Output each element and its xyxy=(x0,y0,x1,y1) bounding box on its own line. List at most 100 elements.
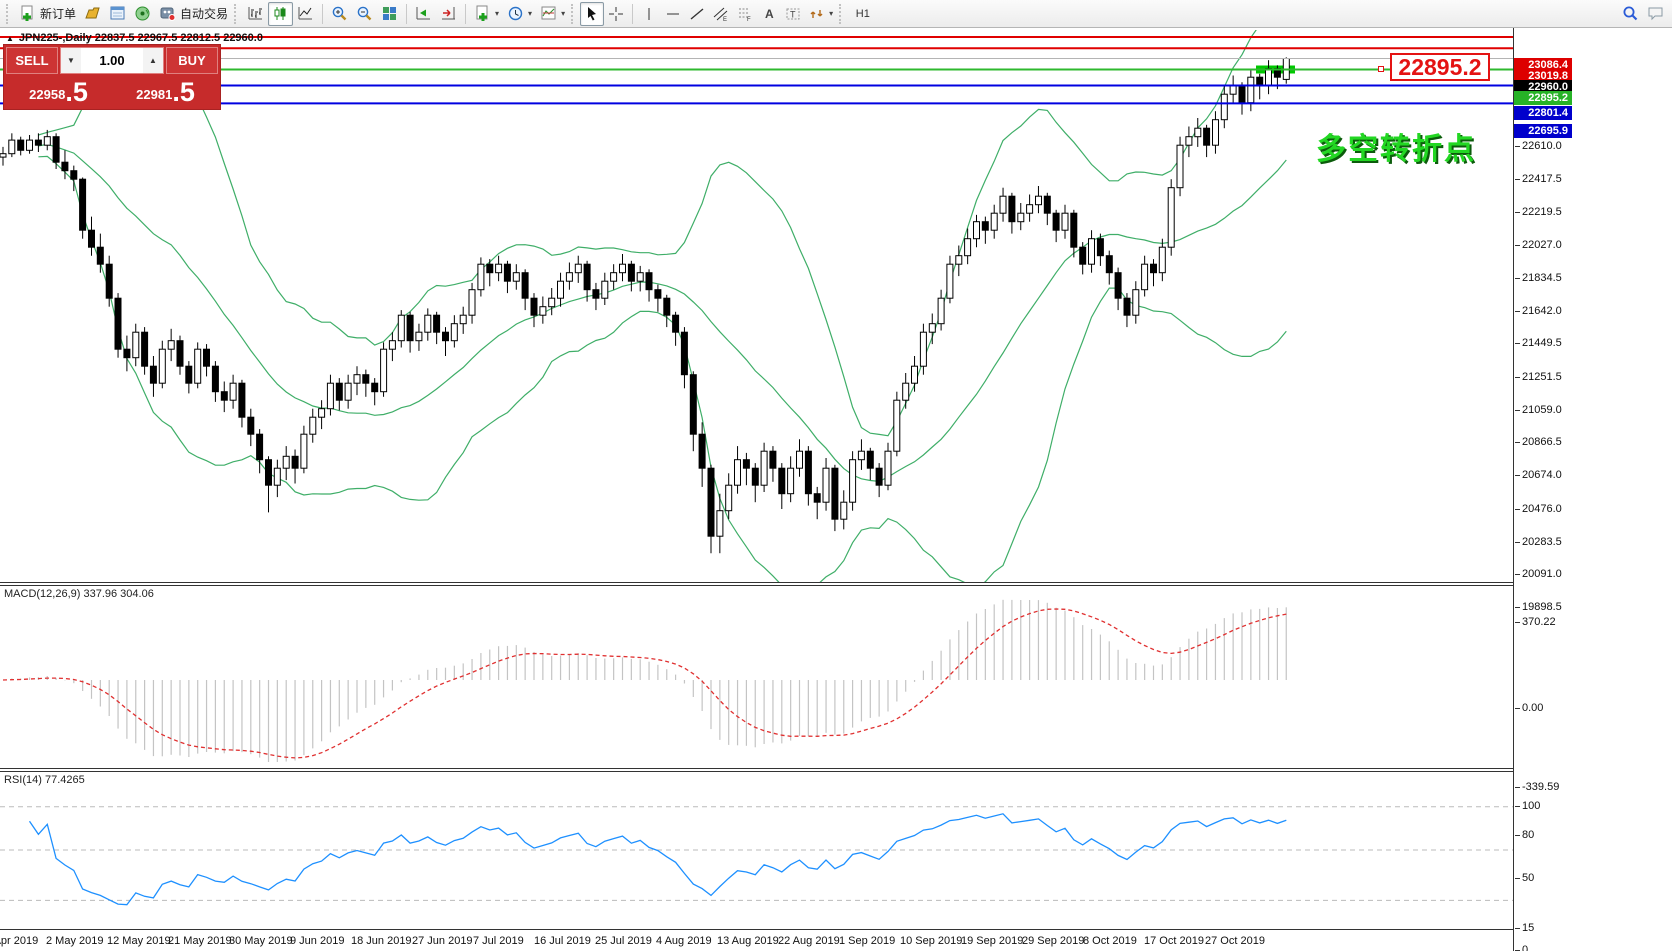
profiles-icon xyxy=(84,5,101,22)
date-label: 25 Jul 2019 xyxy=(595,935,652,947)
horizontal-line-tool-button[interactable] xyxy=(661,2,685,26)
svg-text:T: T xyxy=(790,9,796,19)
date-label: 13 Aug 2019 xyxy=(717,935,779,947)
bar-chart-button[interactable] xyxy=(243,2,268,26)
rsi-tick: 100 xyxy=(1522,800,1540,812)
volume-input[interactable] xyxy=(81,48,143,73)
rsi-panel-canvas[interactable] xyxy=(0,772,1513,929)
price-tick: 22219.5 xyxy=(1522,206,1562,218)
date-label: 12 May 2019 xyxy=(107,935,171,947)
search-button[interactable] xyxy=(1618,2,1643,26)
buy-button[interactable]: BUY xyxy=(166,47,218,74)
zoom-out-button[interactable] xyxy=(352,2,377,26)
macd-panel-canvas[interactable] xyxy=(0,586,1513,768)
equidistant-channel-icon: E xyxy=(713,6,729,22)
sell-price-pip: .5 xyxy=(65,79,88,106)
crosshair-tool-button[interactable] xyxy=(604,2,628,26)
date-label: 16 Jul 2019 xyxy=(534,935,591,947)
svg-text:E: E xyxy=(723,17,727,22)
channel-tool-button[interactable]: E xyxy=(709,2,733,26)
data-window-icon xyxy=(109,5,126,22)
chart-annotation-text: 多空转折点 xyxy=(1316,124,1476,168)
text-tool-button[interactable]: A xyxy=(757,2,781,26)
volume-increase-button[interactable]: ▲ xyxy=(143,48,163,73)
signals-button[interactable] xyxy=(130,2,155,26)
text-icon: A xyxy=(761,6,777,22)
label-tool-button[interactable]: T xyxy=(781,2,805,26)
price-tick: 19898.5 xyxy=(1522,601,1562,613)
horizontal-line-icon xyxy=(665,6,681,22)
autotrading-icon xyxy=(159,5,176,22)
cursor-tool-button[interactable] xyxy=(580,2,604,26)
price-tick: 21449.5 xyxy=(1522,337,1562,349)
signals-icon xyxy=(134,5,151,22)
crosshair-icon xyxy=(608,6,624,22)
price-level-badge: 22695.9 xyxy=(1514,124,1572,138)
price-tick: 21059.0 xyxy=(1522,404,1562,416)
autotrading-button[interactable]: 自动交易 xyxy=(155,2,232,26)
date-label: 30 May 2019 xyxy=(229,935,293,947)
timeframe-button-h1[interactable]: H1 xyxy=(848,2,877,26)
fibonacci-tool-button[interactable]: F xyxy=(733,2,757,26)
rsi-tick: 15 xyxy=(1522,922,1534,934)
indicators-button[interactable]: ▾ xyxy=(470,2,503,26)
bar-chart-icon xyxy=(247,5,264,22)
toolbar: 新订单 自动交易 xyxy=(0,0,1672,28)
sell-button[interactable]: SELL xyxy=(6,47,58,74)
date-label: 17 Oct 2019 xyxy=(1144,935,1204,947)
new-order-button[interactable]: 新订单 xyxy=(15,2,80,26)
buy-price-main: 22981 xyxy=(136,84,172,106)
date-label: 2 May 2019 xyxy=(46,935,103,947)
buy-price-pip: .5 xyxy=(172,79,195,106)
line-chart-button[interactable] xyxy=(293,2,318,26)
toolbar-separator xyxy=(406,4,407,24)
templates-icon xyxy=(540,5,557,22)
chat-icon xyxy=(1647,5,1664,22)
candlestick-chart-button[interactable] xyxy=(268,2,293,26)
date-label: 8 Oct 2019 xyxy=(1083,935,1137,947)
templates-button[interactable]: ▾ xyxy=(536,2,569,26)
price-tick: 20283.5 xyxy=(1522,536,1562,548)
chart-shift-button[interactable] xyxy=(436,2,461,26)
date-label: 7 Jul 2019 xyxy=(473,935,524,947)
date-label: 4 Aug 2019 xyxy=(656,935,712,947)
auto-scroll-button[interactable] xyxy=(411,2,436,26)
chevron-down-icon: ▾ xyxy=(528,9,532,18)
toolbar-grip xyxy=(234,4,239,24)
macd-indicator-label: MACD(12,26,9) 337.96 304.06 xyxy=(4,588,154,600)
date-label: 10 Sep 2019 xyxy=(900,935,962,947)
arrows-icon xyxy=(809,6,825,22)
sell-price[interactable]: 22958 .5 xyxy=(6,76,111,107)
time-axis-border xyxy=(0,929,1513,930)
date-label: 9 Jun 2019 xyxy=(290,935,344,947)
rsi-tick: 0 xyxy=(1522,944,1528,951)
chat-button[interactable] xyxy=(1643,2,1668,26)
chart-area[interactable]: ▲ JPN225-,Daily 22837.5 22967.5 22812.5 … xyxy=(0,28,1672,951)
trendline-icon xyxy=(689,6,705,22)
buy-price[interactable]: 22981 .5 xyxy=(113,76,218,107)
date-label: 3 Apr 2019 xyxy=(0,935,38,947)
chevron-down-icon: ▾ xyxy=(561,9,565,18)
text-label-icon: T xyxy=(785,6,801,22)
zoom-in-button[interactable] xyxy=(327,2,352,26)
cursor-icon xyxy=(584,6,600,22)
periods-button[interactable]: ▾ xyxy=(503,2,536,26)
price-tick: 20091.0 xyxy=(1522,568,1562,580)
new-order-icon xyxy=(19,5,36,22)
collapse-arrow-icon[interactable]: ▲ xyxy=(6,34,14,43)
macd-tick: 0.00 xyxy=(1522,702,1543,714)
arrows-tool-button[interactable]: ▾ xyxy=(805,2,837,26)
price-tick: 22417.5 xyxy=(1522,173,1562,185)
rsi-indicator-label: RSI(14) 77.4265 xyxy=(4,774,85,786)
macd-tick: 370.22 xyxy=(1522,616,1556,628)
toolbar-separator xyxy=(322,4,323,24)
chart-shift-icon xyxy=(440,5,457,22)
vertical-line-tool-button[interactable] xyxy=(637,2,661,26)
volume-decrease-button[interactable]: ▼ xyxy=(61,48,81,73)
profiles-button[interactable] xyxy=(80,2,105,26)
tile-windows-button[interactable] xyxy=(377,2,402,26)
data-window-button[interactable] xyxy=(105,2,130,26)
chart-title: ▲ JPN225-,Daily 22837.5 22967.5 22812.5 … xyxy=(6,32,263,44)
trendline-tool-button[interactable] xyxy=(685,2,709,26)
main-chart-canvas[interactable] xyxy=(0,30,1513,582)
